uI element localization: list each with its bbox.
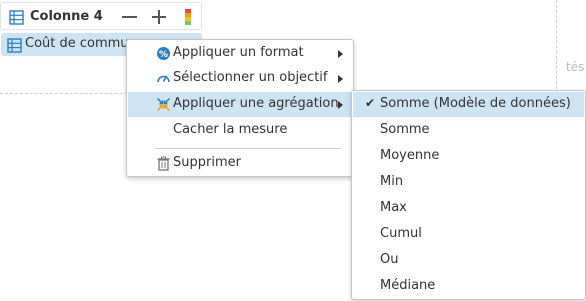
aggregation-icon [156,97,171,112]
grid-icon [9,10,24,29]
checkmark-icon: ✔ [365,96,376,110]
aggregation-option-label: Moyenne [380,148,440,163]
aggregation-option-label: Max [380,200,407,215]
plus-icon[interactable] [150,7,168,27]
menu-item-hide-measure[interactable]: Cacher la mesure [128,118,352,143]
drop-zone-border-right [556,0,557,94]
chevron-right-icon [338,75,343,83]
menu-item-apply-format[interactable]: % Appliquer un format [128,41,352,66]
aggregation-option-label: Somme [380,122,430,137]
format-icon: % [156,46,171,61]
aggregation-option-label: Somme (Modèle de données) [380,96,571,111]
aggregation-option-sum-data-model[interactable]: ✔ Somme (Modèle de données) [353,92,584,117]
menu-item-label: Cacher la mesure [173,122,288,137]
chevron-right-icon [338,50,343,58]
aggregation-option-sum[interactable]: Somme [353,118,584,143]
aggregation-option-label: Cumul [380,226,422,241]
aggregation-option-min[interactable]: Min [353,170,584,195]
trash-icon [156,156,171,171]
aggregation-option-max[interactable]: Max [353,196,584,221]
aggregation-submenu: ✔ Somme (Modèle de données) Somme Moyenn… [351,90,586,300]
column-title: Colonne 4 [30,9,103,24]
column-header: Colonne 4 [0,2,202,30]
menu-item-label: Appliquer une agrégation [173,96,339,111]
aggregation-option-or[interactable]: Ou [353,248,584,273]
aggregation-option-median[interactable]: Médiane [353,274,584,299]
menu-item-label: Supprimer [173,155,241,170]
svg-text:%: % [159,50,168,60]
aggregation-option-cumulative[interactable]: Cumul [353,222,584,247]
menu-separator [155,148,341,149]
gauge-icon [156,71,171,86]
aggregation-option-average[interactable]: Moyenne [353,144,584,169]
minus-icon[interactable] [121,7,139,27]
context-menu: % Appliquer un format Sélectionner un ob… [126,39,354,177]
menu-item-apply-aggregation[interactable]: Appliquer une agrégation [128,92,352,117]
menu-item-label: Sélectionner un objectif [173,70,328,85]
aggregation-option-label: Ou [380,252,399,267]
measure-label: Coût de commun [25,36,137,51]
color-scale-icon[interactable] [185,9,191,25]
menu-item-label: Appliquer un format [173,45,304,60]
chevron-right-icon [338,101,343,109]
grid-icon [7,38,22,57]
aggregation-option-label: Médiane [380,278,436,293]
menu-item-delete[interactable]: Supprimer [128,151,352,176]
aggregation-option-label: Min [380,174,404,189]
background-partial-text: tés [566,60,585,74]
menu-item-select-objective[interactable]: Sélectionner un objectif [128,66,352,91]
